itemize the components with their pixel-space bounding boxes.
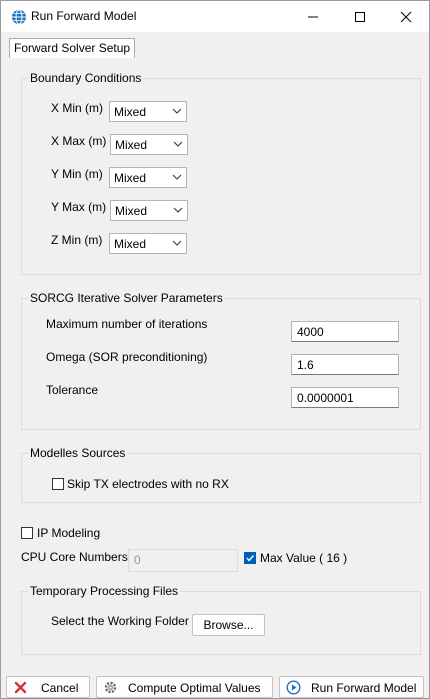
minimize-icon xyxy=(308,16,318,17)
chevron-down-icon xyxy=(172,108,182,114)
cancel-button[interactable]: Cancel xyxy=(6,676,90,698)
play-icon xyxy=(286,680,301,695)
globe-icon xyxy=(12,9,26,25)
window-title: Run Forward Model xyxy=(31,9,137,23)
minimize-button[interactable] xyxy=(290,1,336,32)
omega-label: Omega (SOR preconditioning) xyxy=(46,350,208,364)
omega-input[interactable]: 1.6 xyxy=(291,354,399,375)
max-iterations-input[interactable]: 4000 xyxy=(291,321,399,342)
y-max-select[interactable]: Mixed xyxy=(110,200,188,221)
tolerance-input[interactable]: 0.0000001 xyxy=(291,387,399,408)
x-max-label: X Max (m) xyxy=(51,134,107,148)
sorcg-parameters-group: SORCG Iterative Solver Parameters Maximu… xyxy=(21,290,421,430)
tab-forward-solver-setup[interactable]: Forward Solver Setup xyxy=(9,38,136,58)
x-min-label: X Min (m) xyxy=(51,101,103,115)
z-min-label: Z Min (m) xyxy=(51,233,103,247)
temporary-files-group: Temporary Processing Files Select the Wo… xyxy=(21,583,421,655)
cpu-core-numbers-label: CPU Core Numbers xyxy=(21,550,128,564)
y-min-select[interactable]: Mixed xyxy=(109,167,187,188)
chevron-down-icon xyxy=(172,240,182,246)
close-icon xyxy=(400,11,412,22)
tab-panel: Boundary Conditions X Min (m) Mixed X Ma… xyxy=(9,58,421,663)
max-value-label: Max Value ( 16 ) xyxy=(260,551,348,565)
skip-tx-checkbox[interactable] xyxy=(52,478,64,490)
gear-icon xyxy=(104,681,117,694)
ip-modeling-checkbox[interactable] xyxy=(21,527,33,539)
cancel-x-icon xyxy=(14,681,27,694)
chevron-down-icon xyxy=(172,174,182,180)
working-folder-label: Select the Working Folder xyxy=(51,614,189,628)
tolerance-label: Tolerance xyxy=(46,383,99,397)
sorcg-parameters-title: SORCG Iterative Solver Parameters xyxy=(28,290,225,306)
cpu-core-numbers-input[interactable]: 0 xyxy=(128,549,238,572)
run-forward-model-button[interactable]: Run Forward Model xyxy=(279,676,424,698)
title-bar[interactable]: Run Forward Model xyxy=(1,1,429,32)
max-iterations-label: Maximum number of iterations xyxy=(46,317,208,331)
checkmark-icon xyxy=(246,555,255,562)
x-min-select[interactable]: Mixed xyxy=(109,101,187,122)
chevron-down-icon xyxy=(173,141,183,147)
x-max-select[interactable]: Mixed xyxy=(110,134,188,155)
compute-optimal-values-button[interactable]: Compute Optimal Values xyxy=(96,676,273,698)
maximize-button[interactable] xyxy=(337,1,383,32)
maximize-icon xyxy=(355,11,365,22)
browse-button[interactable]: Browse... xyxy=(192,614,265,636)
modelles-sources-group: Modelles Sources Skip TX electrodes with… xyxy=(21,445,421,503)
chevron-down-icon xyxy=(173,207,183,213)
modelles-sources-title: Modelles Sources xyxy=(28,445,128,461)
skip-tx-label: Skip TX electrodes with no RX xyxy=(67,477,229,491)
run-forward-model-window: Run Forward Model Forward Solver Setup B… xyxy=(0,0,430,699)
close-button[interactable] xyxy=(383,1,429,32)
boundary-conditions-title: Boundary Conditions xyxy=(28,70,144,86)
ip-modeling-label: IP Modeling xyxy=(37,526,101,540)
temporary-files-title: Temporary Processing Files xyxy=(28,583,181,599)
y-max-label: Y Max (m) xyxy=(51,200,107,214)
max-value-checkbox[interactable] xyxy=(244,552,256,564)
boundary-conditions-group: Boundary Conditions X Min (m) Mixed X Ma… xyxy=(21,70,421,275)
y-min-label: Y Min (m) xyxy=(51,167,103,181)
z-min-select[interactable]: Mixed xyxy=(109,233,187,254)
